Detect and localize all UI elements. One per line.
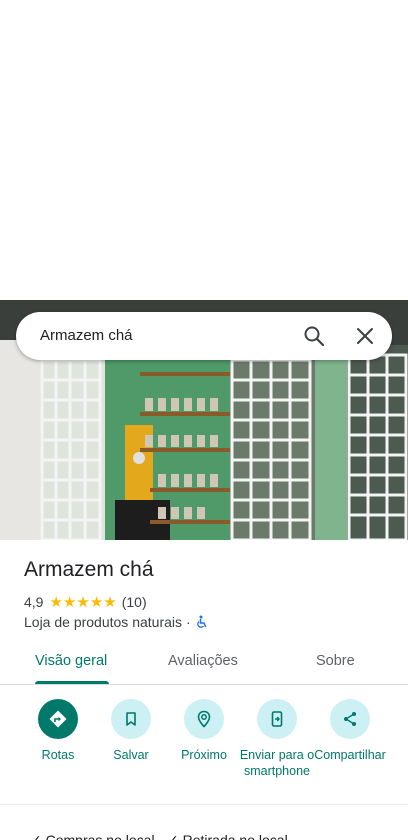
star-icon: ★ [76,593,90,611]
save-button[interactable]: Salvar [91,697,171,763]
action-buttons: Rotas Salvar Próximo Enviar para o smart… [0,697,408,801]
rating-value: 4,9 [24,594,44,610]
nearby-button[interactable]: Próximo [164,697,244,763]
star-icon: ★ [49,593,63,611]
send-to-phone-icon[interactable] [257,699,297,739]
search-icon[interactable] [302,324,326,348]
nearby-icon[interactable] [184,699,224,739]
share-label: Compartilhar [314,748,386,762]
wheelchair-accessible-icon [195,615,209,629]
directions-button[interactable]: Rotas [18,697,98,763]
category-row: Loja de produtos naturais · [24,613,209,631]
search-query[interactable]: Armazem chá [40,327,133,344]
map-blank-area [0,0,408,300]
star-icon: ★ [89,593,104,611]
save-label: Salvar [113,748,149,762]
tab-bar: Visão geral Avaliações Sobre [0,640,408,685]
star-icon: ★ [62,593,77,611]
nearby-label: Próximo [181,748,227,762]
service-options: ✓ Compras no local · ✓ Retirada no local [30,832,288,840]
tab-reviews[interactable]: Avaliações [168,653,238,669]
star-rating: ★ ★ ★ ★ ★ [49,595,116,610]
close-icon[interactable] [353,324,377,348]
divider [0,804,408,805]
search-bar[interactable]: Armazem chá [16,312,392,360]
tab-about[interactable]: Sobre [316,653,355,669]
rating-row[interactable]: 4,9 ★ ★ ★ ★ ★ (10) [24,593,147,611]
active-tab-indicator [35,681,109,684]
tab-overview[interactable]: Visão geral [35,653,107,669]
bookmark-icon[interactable] [111,699,151,739]
send-to-phone-label: Enviar para o smartphone [239,748,315,778]
send-to-phone-button[interactable]: Enviar para o smartphone [237,697,317,779]
directions-label: Rotas [41,748,75,762]
review-count[interactable]: (10) [122,594,147,610]
place-name: Armazem chá [24,558,154,581]
separator: · [186,614,191,630]
star-icon: ★ [103,593,117,611]
share-icon[interactable] [330,699,370,739]
directions-icon[interactable] [38,699,78,739]
place-category: Loja de produtos naturais [24,614,182,630]
share-button[interactable]: Compartilhar [310,697,390,763]
